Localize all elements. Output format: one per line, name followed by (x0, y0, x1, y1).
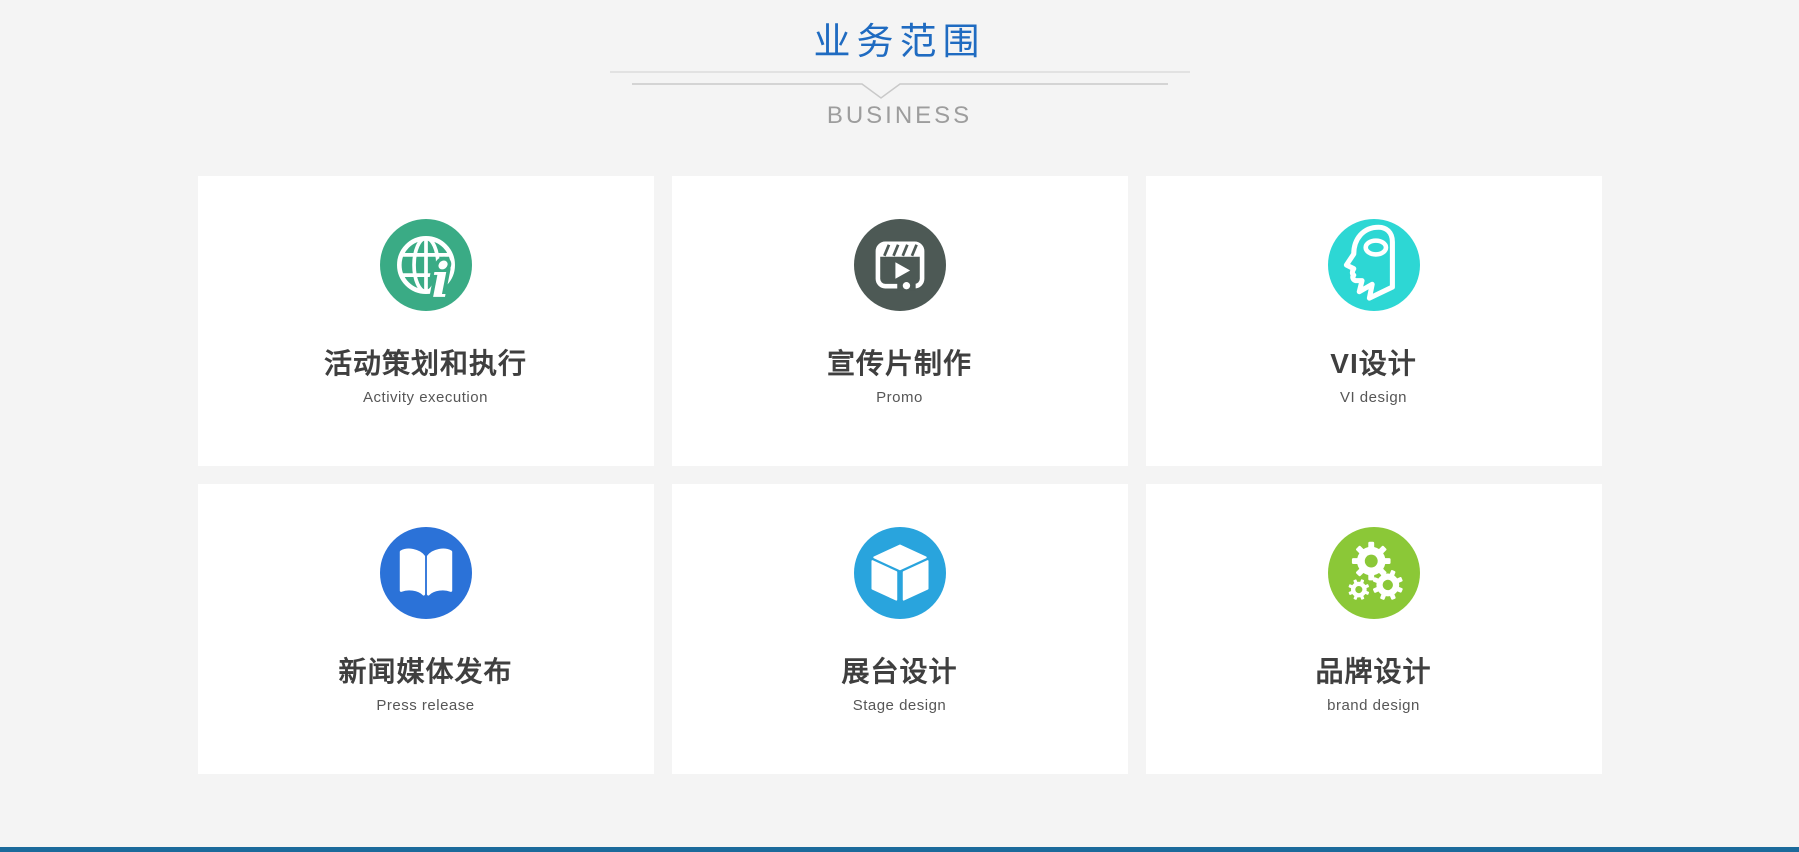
card-subtitle: VI design (1340, 389, 1407, 406)
card-subtitle: Stage design (853, 697, 947, 714)
service-card-stage-design[interactable]: 展台设计 Stage design (672, 484, 1128, 774)
service-card-brand-design[interactable]: 品牌设计 brand design (1146, 484, 1602, 774)
service-card-activity-execution[interactable]: i 活动策划和执行 Activity execution (198, 176, 654, 466)
card-subtitle: brand design (1327, 697, 1420, 714)
service-card-vi-design[interactable]: VI设计 VI design (1146, 176, 1602, 466)
card-title: 品牌设计 (1315, 657, 1431, 687)
section-header: 业务范围 BUSINESS (0, 0, 1799, 130)
card-title: VI设计 (1330, 349, 1416, 379)
head-mind-icon (1328, 219, 1420, 311)
card-title: 宣传片制作 (827, 349, 972, 379)
gears-icon (1328, 527, 1420, 619)
video-clapper-icon (854, 219, 946, 311)
card-subtitle: Press release (376, 697, 474, 714)
divider-chevron (610, 68, 1190, 100)
section-subtitle-en: BUSINESS (0, 102, 1799, 130)
business-section: 业务范围 BUSINESS i 活动策划和执行 Activity executi… (0, 0, 1799, 852)
open-book-icon (380, 527, 472, 619)
card-title: 新闻媒体发布 (338, 657, 512, 687)
services-grid: i 活动策划和执行 Activity execution (198, 176, 1602, 774)
card-subtitle: Activity execution (363, 389, 488, 406)
cube-icon (854, 527, 946, 619)
section-title: 业务范围 (0, 22, 1799, 62)
service-card-promo[interactable]: 宣传片制作 Promo (672, 176, 1128, 466)
svg-text:i: i (431, 253, 449, 309)
card-title: 活动策划和执行 (324, 349, 527, 379)
service-card-press-release[interactable]: 新闻媒体发布 Press release (198, 484, 654, 774)
card-subtitle: Promo (876, 389, 923, 406)
globe-info-icon: i (380, 219, 472, 311)
bottom-accent-line (0, 847, 1799, 852)
card-title: 展台设计 (841, 657, 957, 687)
